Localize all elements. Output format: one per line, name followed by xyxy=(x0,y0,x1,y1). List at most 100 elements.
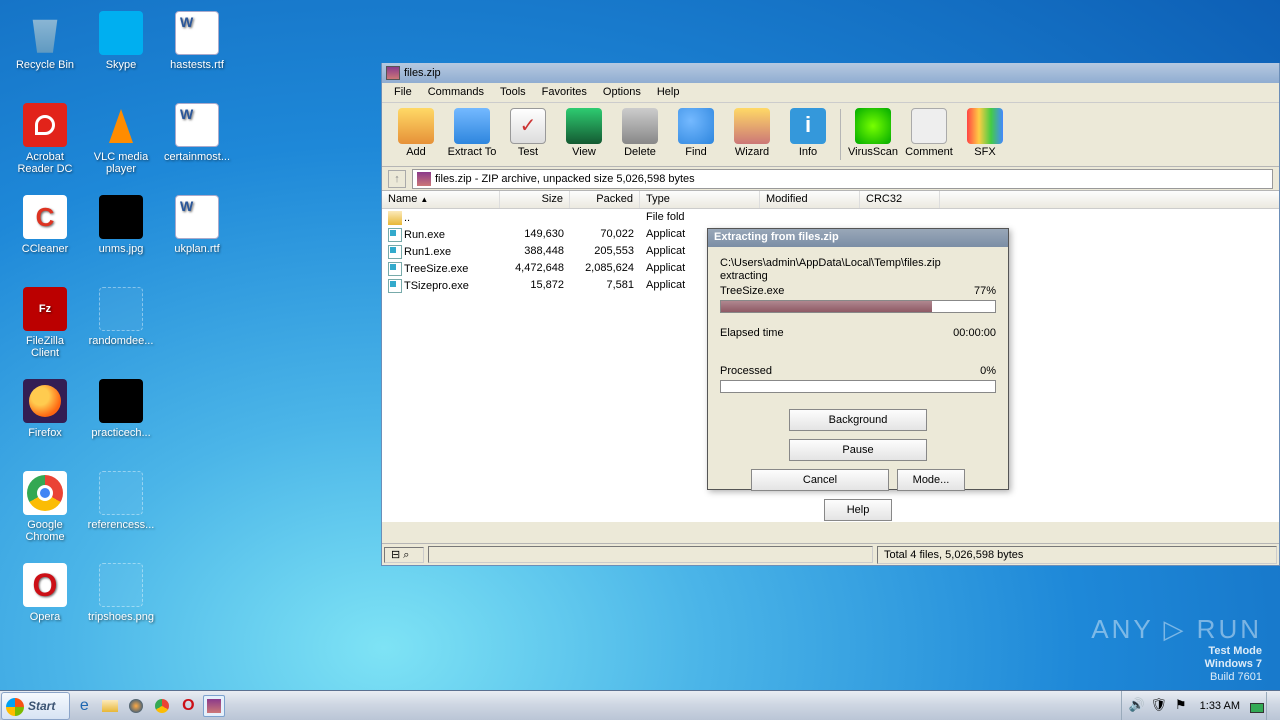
bin-icon xyxy=(23,11,67,55)
winrar-icon xyxy=(386,66,400,80)
help-button[interactable]: Help xyxy=(824,499,892,521)
tool-wizard[interactable]: Wizard xyxy=(724,105,780,164)
ic-view xyxy=(566,108,602,144)
file-icon xyxy=(388,228,402,242)
desktop-icon[interactable]: certainmost... xyxy=(160,98,234,190)
tool-find[interactable]: Find xyxy=(668,105,724,164)
ic-cmt xyxy=(911,108,947,144)
menu-options[interactable]: Options xyxy=(595,83,649,102)
desktop-icon[interactable]: referencess... xyxy=(84,466,158,558)
menu-file[interactable]: File xyxy=(386,83,420,102)
desktop-icon[interactable]: hastests.rtf xyxy=(160,6,234,98)
taskbar-ie-icon[interactable]: e xyxy=(73,695,95,717)
address-text: files.zip - ZIP archive, unpacked size 5… xyxy=(435,173,695,185)
file-icon xyxy=(388,211,402,225)
col-name[interactable]: Name ▲ xyxy=(382,191,500,208)
tool-extractto[interactable]: Extract To xyxy=(444,105,500,164)
fz-icon xyxy=(23,287,67,331)
tool-comment[interactable]: Comment xyxy=(901,105,957,164)
desktop-icon[interactable]: CCleaner xyxy=(8,190,82,282)
icon-label: practicech... xyxy=(85,427,157,439)
watermark: ANY ▷ RUN Test Mode Windows 7 Build 7601 xyxy=(1091,614,1262,684)
show-desktop-button[interactable] xyxy=(1266,692,1276,720)
menu-tools[interactable]: Tools xyxy=(492,83,534,102)
desktop-icon[interactable]: randomdee... xyxy=(84,282,158,374)
file-row[interactable]: ..File fold xyxy=(382,209,1279,226)
tool-view[interactable]: View xyxy=(556,105,612,164)
desktop-icon[interactable]: Recycle Bin xyxy=(8,6,82,98)
desktop-icon[interactable]: unms.jpg xyxy=(84,190,158,282)
cancel-button[interactable]: Cancel xyxy=(751,469,889,491)
desktop-icon[interactable]: Skype xyxy=(84,6,158,98)
tool-delete[interactable]: Delete xyxy=(612,105,668,164)
icon-label: referencess... xyxy=(85,519,157,531)
desktop-icon[interactable]: ukplan.rtf xyxy=(160,190,234,282)
word-icon xyxy=(175,103,219,147)
pause-button[interactable]: Pause xyxy=(789,439,927,461)
icon-label: Google Chrome xyxy=(9,519,81,543)
icon-label: unms.jpg xyxy=(85,243,157,255)
col-size[interactable]: Size xyxy=(500,191,570,208)
png-icon xyxy=(99,287,143,331)
ic-find xyxy=(678,108,714,144)
desktop-icon[interactable]: VLC media player xyxy=(84,98,158,190)
tool-info[interactable]: Info xyxy=(780,105,836,164)
progress-file xyxy=(720,300,996,313)
dialog-title[interactable]: Extracting from files.zip xyxy=(708,229,1008,247)
skype-icon xyxy=(99,11,143,55)
desktop-icon[interactable]: Google Chrome xyxy=(8,466,82,558)
status-total: Total 4 files, 5,026,598 bytes xyxy=(877,546,1277,564)
taskbar-chrome-icon[interactable] xyxy=(151,695,173,717)
extract-path: C:\Users\admin\AppData\Local\Temp\files.… xyxy=(720,257,996,269)
tray-flag-icon[interactable]: ⚑ xyxy=(1172,697,1190,715)
word-icon xyxy=(175,11,219,55)
taskbar-explorer-icon[interactable] xyxy=(99,695,121,717)
tool-add[interactable]: Add xyxy=(388,105,444,164)
background-button[interactable]: Background xyxy=(789,409,927,431)
tool-sfx[interactable]: SFX xyxy=(957,105,1013,164)
progress-total xyxy=(720,380,996,393)
desktop-icon[interactable]: practicech... xyxy=(84,374,158,466)
tray-security-icon[interactable]: 🛡 xyxy=(1150,697,1168,715)
mode-button[interactable]: Mode... xyxy=(897,469,965,491)
ic-test xyxy=(510,108,546,144)
desktop-icon[interactable]: Opera xyxy=(8,558,82,650)
icon-label: Firefox xyxy=(9,427,81,439)
address-bar: ↑ files.zip - ZIP archive, unpacked size… xyxy=(382,167,1279,191)
titlebar[interactable]: files.zip xyxy=(382,63,1279,83)
taskbar-player-icon[interactable] xyxy=(125,695,147,717)
col-type[interactable]: Type xyxy=(640,191,760,208)
taskbar-clock[interactable]: 1:33 AM xyxy=(1192,700,1248,712)
taskbar-winrar-icon[interactable] xyxy=(203,695,225,717)
menu-favorites[interactable]: Favorites xyxy=(534,83,595,102)
extract-pct: 77% xyxy=(974,285,996,297)
menu-commands[interactable]: Commands xyxy=(420,83,492,102)
tool-virusscan[interactable]: VirusScan xyxy=(845,105,901,164)
menu-help[interactable]: Help xyxy=(649,83,688,102)
vlc-icon xyxy=(99,103,143,147)
ccl-icon xyxy=(23,195,67,239)
desktop-icon[interactable]: Acrobat Reader DC xyxy=(8,98,82,190)
tool-test[interactable]: Test xyxy=(500,105,556,164)
desktop-icon[interactable]: tripshoes.png xyxy=(84,558,158,650)
address-field[interactable]: files.zip - ZIP archive, unpacked size 5… xyxy=(412,169,1273,189)
status-left: ⊟ ⌕ xyxy=(384,547,424,563)
archive-icon xyxy=(417,172,431,186)
ic-add xyxy=(398,108,434,144)
taskbar-opera-icon[interactable]: O xyxy=(177,695,199,717)
icon-label: Acrobat Reader DC xyxy=(9,151,81,175)
desktop-icon[interactable]: FileZilla Client xyxy=(8,282,82,374)
blk-icon xyxy=(99,195,143,239)
start-button[interactable]: Start xyxy=(1,692,70,720)
col-packed[interactable]: Packed xyxy=(570,191,640,208)
tray-volume-icon[interactable]: 🔊 xyxy=(1128,697,1146,715)
desktop-icon[interactable]: Firefox xyxy=(8,374,82,466)
icon-label: ukplan.rtf xyxy=(161,243,233,255)
tray-battery-icon[interactable] xyxy=(1250,703,1264,713)
col-modified[interactable]: Modified xyxy=(760,191,860,208)
status-bar: ⊟ ⌕ Total 4 files, 5,026,598 bytes xyxy=(382,543,1279,565)
column-headers: Name ▲ Size Packed Type Modified CRC32 xyxy=(382,191,1279,209)
png-icon xyxy=(99,563,143,607)
col-crc[interactable]: CRC32 xyxy=(860,191,940,208)
up-button[interactable]: ↑ xyxy=(388,170,406,188)
